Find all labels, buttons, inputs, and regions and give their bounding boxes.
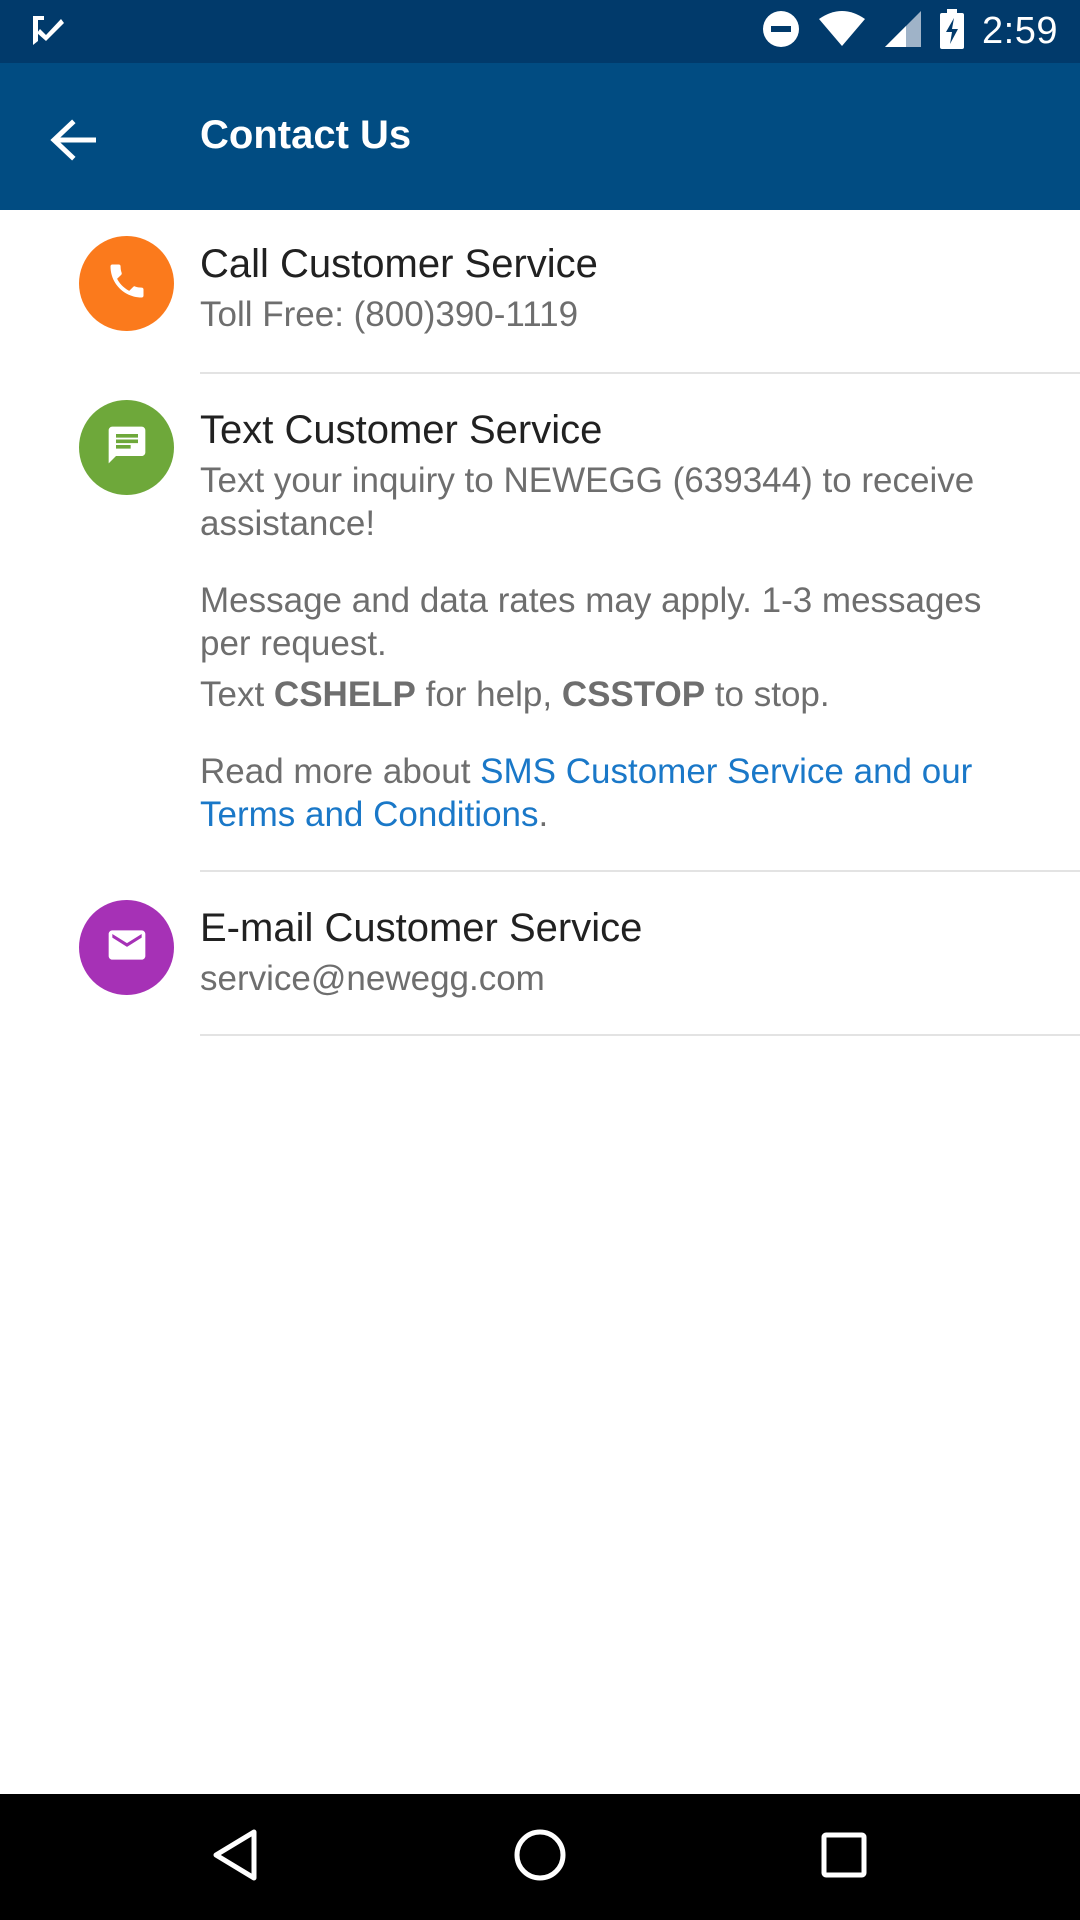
notification-check-icon: [30, 12, 70, 52]
system-nav-bar: [0, 1794, 1080, 1920]
divider: [200, 1034, 1080, 1036]
nav-back-icon: [210, 1828, 260, 1887]
nav-recents-icon: [819, 1830, 869, 1885]
nav-home-icon: [513, 1828, 567, 1887]
text-keywords-part: Text: [200, 675, 274, 714]
call-phone-number[interactable]: Toll Free: (800)390-1119: [200, 293, 1030, 336]
do-not-disturb-icon: [762, 10, 800, 53]
email-icon-badge: [79, 900, 174, 995]
status-time: 2:59: [982, 10, 1058, 52]
call-title: Call Customer Service: [200, 242, 598, 286]
status-icons: 2:59: [762, 0, 1058, 63]
email-address[interactable]: service@newegg.com: [200, 957, 1030, 1000]
arrow-back-icon: [50, 118, 97, 166]
nav-recents-button[interactable]: [809, 1822, 879, 1892]
sms-terms-line: Read more about SMS Customer Service and…: [200, 750, 1030, 836]
text-title: Text Customer Service: [200, 408, 603, 452]
mail-icon: [105, 923, 149, 972]
text-keywords: Text CSHELP for help, CSSTOP to stop.: [200, 673, 1030, 716]
page-title: Contact Us: [200, 113, 412, 157]
text-instructions: Text your inquiry to NEWEGG (639344) to …: [200, 461, 975, 543]
back-button[interactable]: [34, 103, 112, 181]
message-icon: [105, 423, 149, 472]
text-rates-notice: Message and data rates may apply. 1-3 me…: [200, 581, 982, 663]
text-icon-badge: [79, 400, 174, 495]
nav-back-button[interactable]: [200, 1822, 270, 1892]
list-item-text[interactable]: Text Customer Service Text your inquiry …: [0, 374, 1080, 870]
status-bar: 2:59: [0, 0, 1080, 63]
csstop-keyword: CSSTOP: [561, 675, 706, 714]
signal-icon: [884, 10, 922, 53]
read-more-prefix: Read more about: [200, 752, 481, 791]
phone-icon: [105, 259, 149, 308]
nav-home-button[interactable]: [505, 1822, 575, 1892]
app-bar: Contact Us: [0, 63, 1080, 210]
cshelp-keyword: CSHELP: [273, 675, 416, 714]
list-item-email[interactable]: E-mail Customer Service service@newegg.c…: [0, 872, 1080, 1034]
battery-charging-icon: [940, 9, 965, 54]
call-icon-badge: [79, 236, 174, 331]
read-more-suffix: .: [538, 795, 549, 834]
list-item-call[interactable]: Call Customer Service Toll Free: (800)39…: [0, 210, 1080, 372]
wifi-icon: [818, 11, 866, 52]
contact-list: Call Customer Service Toll Free: (800)39…: [0, 210, 1080, 1036]
text-keywords-part: to stop.: [705, 675, 830, 714]
email-title: E-mail Customer Service: [200, 906, 643, 950]
text-keywords-part: for help,: [415, 675, 562, 714]
